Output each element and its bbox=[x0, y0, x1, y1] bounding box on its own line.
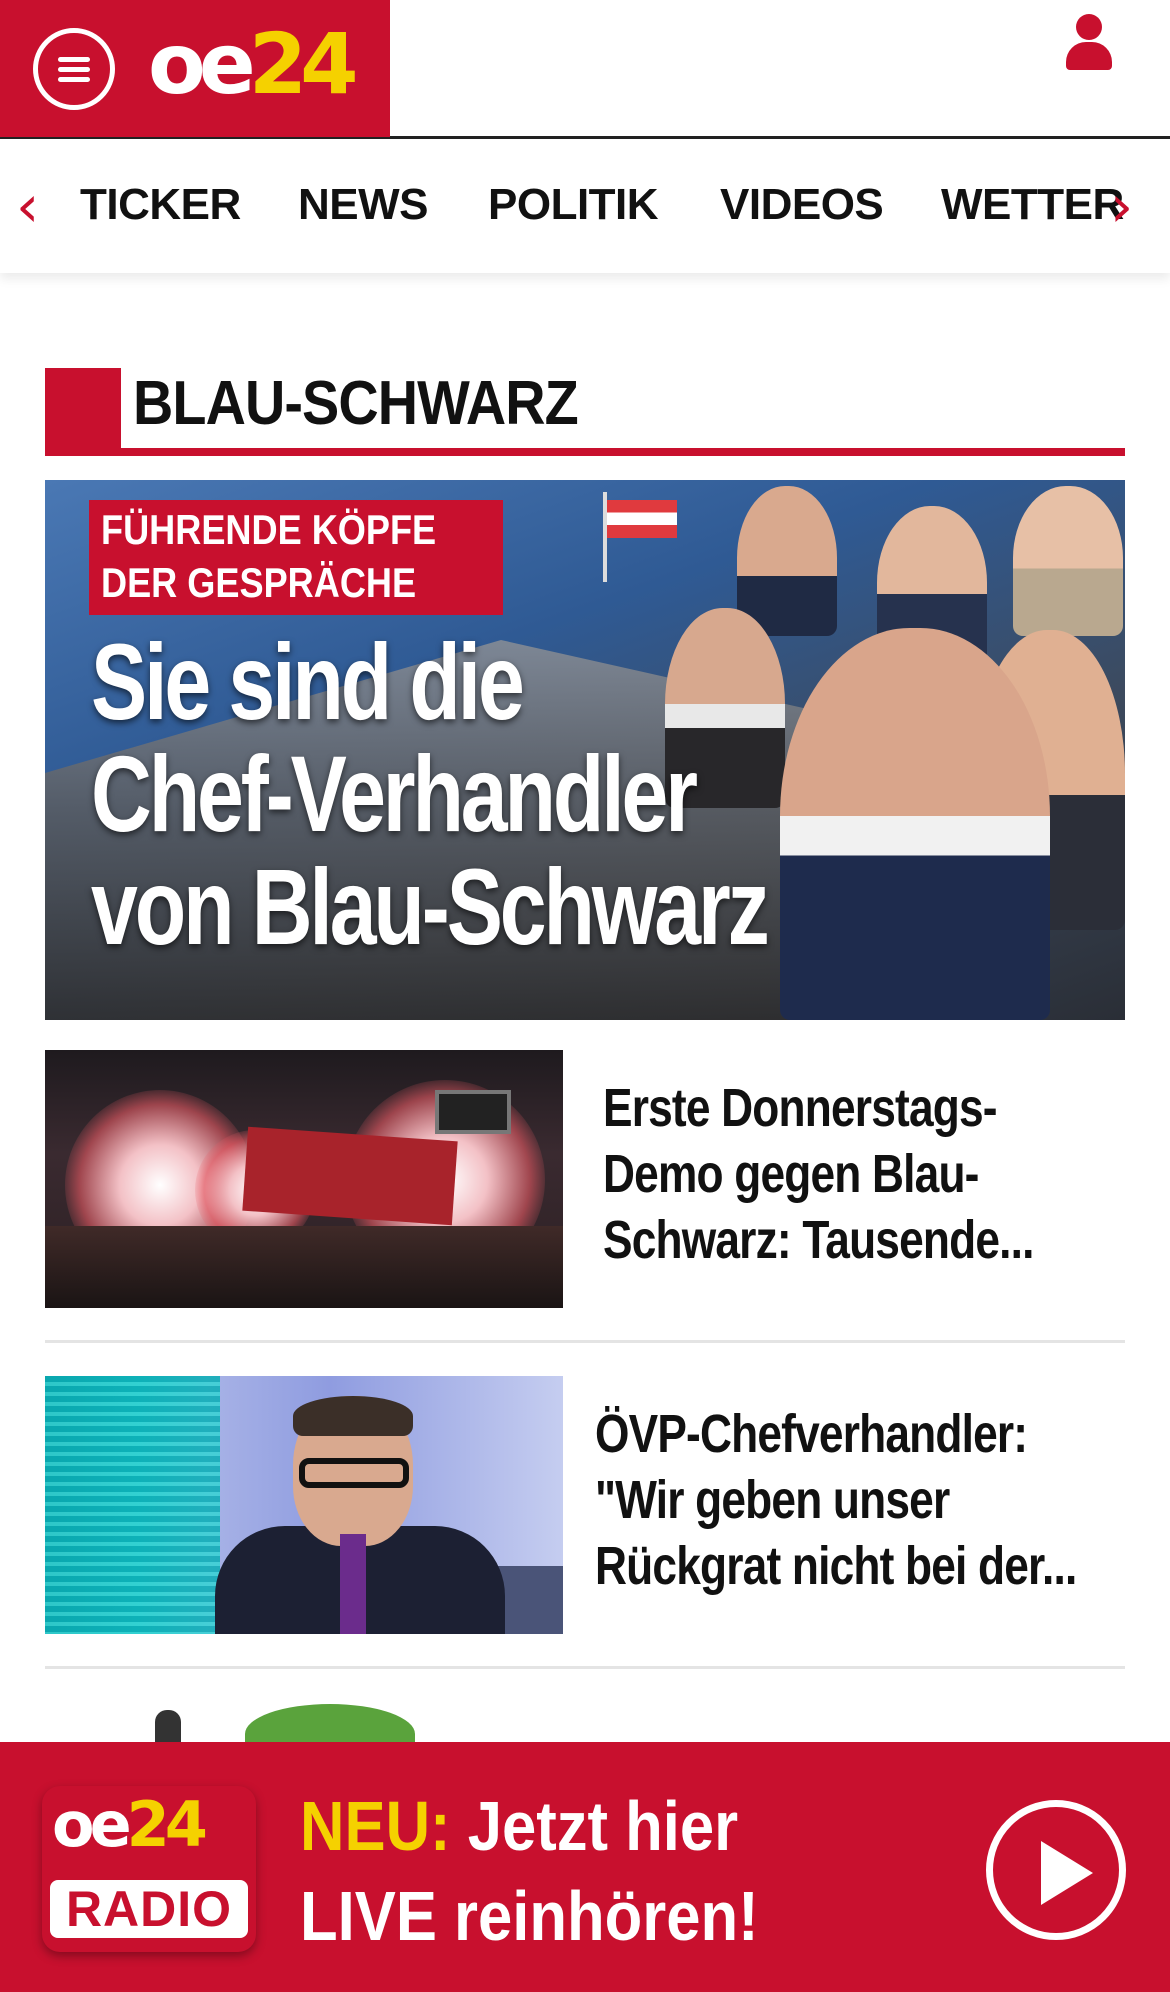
article-title[interactable]: ÖVP-Chefverhandler: "Wir geben unser Rüc… bbox=[595, 1402, 1077, 1600]
nav-item-ticker[interactable]: TICKER bbox=[80, 179, 241, 232]
person-photo bbox=[780, 628, 1050, 1020]
radio-promo-text[interactable]: NEU: Jetzt hier LIVE reinhören! bbox=[300, 1782, 759, 1961]
section-heading: BLAU-SCHWARZ bbox=[45, 368, 1125, 456]
play-icon[interactable] bbox=[986, 1800, 1126, 1940]
hero-tag: FÜHRENDE KÖPFE DER GESPRÄCHE bbox=[89, 500, 503, 615]
austria-flag bbox=[607, 500, 677, 538]
nav-item-wetter[interactable]: WETTER bbox=[941, 179, 1124, 232]
article-title[interactable]: Erste Donnerstags- Demo gegen Blau- Schw… bbox=[603, 1076, 1034, 1274]
person-photo bbox=[737, 486, 837, 636]
divider bbox=[45, 1666, 1125, 1669]
hero-teaser[interactable]: FÜHRENDE KÖPFE DER GESPRÄCHE Sie sind di… bbox=[45, 480, 1125, 1020]
article-item[interactable]: Erste Donnerstags- Demo gegen Blau- Schw… bbox=[45, 1050, 1125, 1312]
person-photo bbox=[1013, 486, 1123, 636]
hamburger-menu-icon[interactable] bbox=[33, 28, 115, 110]
user-icon[interactable] bbox=[1064, 14, 1114, 70]
chevron-left-icon[interactable]: ‹ bbox=[16, 177, 39, 235]
radio-banner[interactable]: oe24 RADIO NEU: Jetzt hier LIVE reinhöre… bbox=[0, 1742, 1170, 1992]
nav-item-news[interactable]: NEWS bbox=[298, 179, 429, 232]
site-logo[interactable]: oe24 bbox=[148, 22, 359, 106]
section-title[interactable]: BLAU-SCHWARZ bbox=[133, 368, 579, 439]
nav-item-videos[interactable]: VIDEOS bbox=[720, 179, 884, 232]
nav-item-politik[interactable]: POLITIK bbox=[488, 179, 659, 232]
article-thumbnail[interactable] bbox=[45, 1376, 563, 1634]
category-nav: ‹ TICKER NEWS POLITIK VIDEOS WETTER › bbox=[0, 139, 1170, 273]
article-thumbnail[interactable] bbox=[45, 1050, 563, 1308]
article-item[interactable]: ÖVP-Chefverhandler: "Wir geben unser Rüc… bbox=[45, 1376, 1125, 1634]
chevron-right-icon[interactable]: › bbox=[1110, 177, 1133, 235]
hero-headline: Sie sind die Chef-Verhandler von Blau-Sc… bbox=[91, 621, 770, 967]
radio-logo: oe24 RADIO bbox=[42, 1786, 256, 1952]
divider bbox=[45, 1340, 1125, 1343]
brand-block: oe24 bbox=[0, 0, 390, 137]
site-header: oe24 bbox=[0, 0, 1170, 139]
